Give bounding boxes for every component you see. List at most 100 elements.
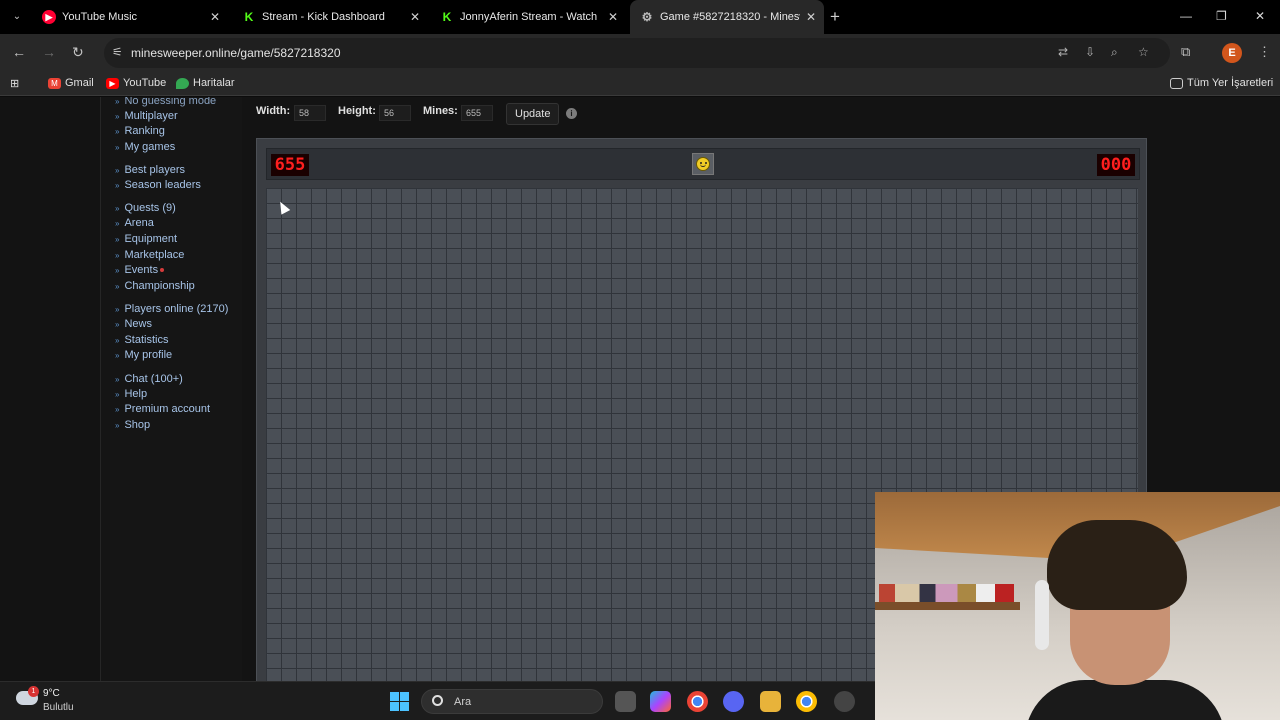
bullet-icon: » — [115, 219, 120, 228]
bookmarks-bar: ⊞ M Gmail ▶ YouTube Haritalar Tüm Yer İş… — [0, 72, 1280, 96]
sidebar-item-events[interactable]: » Events — [115, 264, 165, 276]
tab-strip: ⌄ ▶ YouTube Music ✕ K Stream - Kick Dash… — [0, 0, 1280, 34]
update-button[interactable]: Update — [506, 103, 560, 125]
sidebar-item-help[interactable]: » Help — [115, 388, 147, 400]
back-icon[interactable]: ← — [12, 44, 26, 60]
sidebar-label: Championship — [124, 280, 195, 292]
sidebar-menu: » No guessing mode » Multiplayer » Ranking … — [100, 97, 242, 681]
apps-icon[interactable]: ⊞ — [10, 77, 19, 90]
windows-start-icon[interactable] — [390, 692, 409, 711]
weather-temperature[interactable]: 9°C — [43, 688, 60, 699]
extensions-icon[interactable]: ⧉ — [1181, 44, 1190, 60]
notification-badge: 1 — [28, 686, 39, 697]
bullet-icon: » — [115, 127, 120, 136]
install-icon[interactable]: ⇩ — [1085, 45, 1095, 59]
width-input[interactable]: 58 — [294, 105, 326, 121]
minimize-icon[interactable]: — — [1180, 9, 1192, 23]
reload-icon[interactable]: ↻ — [72, 44, 84, 61]
chrome-profile-icon[interactable] — [796, 691, 817, 712]
sidebar-label: My games — [124, 141, 176, 153]
bookmark-maps[interactable]: Haritalar — [176, 77, 235, 89]
bullet-icon: » — [115, 282, 120, 291]
bullet-icon: » — [115, 390, 120, 399]
sidebar-item-quests[interactable]: » Quests (9) — [115, 202, 176, 214]
sidebar-label: Players online (2170) — [124, 303, 229, 315]
sidebar-item-shop[interactable]: » Shop — [115, 419, 150, 431]
sidebar-item-premium[interactable]: » Premium account — [115, 403, 210, 415]
bookmark-label: Haritalar — [193, 77, 235, 89]
close-tab-icon[interactable]: ✕ — [410, 10, 420, 24]
file-explorer-icon[interactable] — [760, 691, 781, 712]
task-view-icon[interactable] — [615, 691, 636, 712]
streamer — [1025, 520, 1225, 720]
sidebar-label: Events — [124, 264, 159, 276]
bullet-icon: » — [115, 143, 120, 152]
sidebar-item-players-online[interactable]: » Players online (2170) — [115, 303, 228, 315]
weather-description[interactable]: Bulutlu — [43, 702, 74, 713]
bullet-icon: » — [115, 251, 120, 260]
sidebar-item-championship[interactable]: » Championship — [115, 280, 195, 292]
bullet-icon: » — [115, 405, 120, 414]
sidebar-label: Ranking — [124, 125, 165, 137]
mines-input[interactable]: 655 — [461, 105, 493, 121]
sidebar-label: My profile — [124, 349, 173, 361]
menu-kebab-icon[interactable]: ⋮ — [1258, 44, 1271, 60]
bookmark-label: YouTube — [123, 77, 167, 89]
youtube-music-icon: ▶ — [42, 10, 56, 24]
height-input[interactable]: 56 — [379, 105, 411, 121]
sidebar-label: Shop — [124, 419, 151, 431]
tab-search-icon[interactable]: ⌄ — [8, 8, 26, 26]
sidebar-item-equipment[interactable]: » Equipment — [115, 233, 177, 245]
sidebar-label: Marketplace — [124, 249, 185, 261]
site-info-icon[interactable]: ⚟ — [112, 45, 123, 59]
copilot-icon[interactable] — [650, 691, 671, 712]
sidebar-item-no-guessing[interactable]: » No guessing mode — [115, 97, 216, 107]
sidebar-item-my-profile[interactable]: » My profile — [115, 349, 172, 361]
bookmark-youtube[interactable]: ▶ YouTube — [106, 77, 166, 89]
close-tab-icon[interactable]: ✕ — [806, 10, 816, 24]
tab-youtube-music[interactable]: ▶ YouTube Music ✕ — [32, 0, 228, 34]
new-tab-icon[interactable]: + — [830, 7, 840, 27]
new-game-button[interactable] — [692, 153, 714, 175]
windows-taskbar: 1 9°C Bulutlu Ara — [0, 681, 875, 720]
sidebar-item-statistics[interactable]: » Statistics — [115, 334, 168, 346]
sidebar-label: Best players — [124, 164, 185, 176]
tab-kick-stream[interactable]: K JonnyAferin Stream - Watch Liv ✕ — [430, 0, 626, 34]
info-icon[interactable]: i — [566, 108, 577, 119]
sidebar-item-multiplayer[interactable]: » Multiplayer — [115, 110, 178, 122]
sidebar-item-best-players[interactable]: » Best players — [115, 164, 185, 176]
bullet-icon: » — [115, 305, 120, 314]
url-text[interactable]: minesweeper.online/game/5827218320 — [131, 46, 341, 60]
close-tab-icon[interactable]: ✕ — [608, 10, 618, 24]
sidebar-item-chat[interactable]: » Chat (100+) — [115, 373, 183, 385]
sidebar-item-arena[interactable]: » Arena — [115, 217, 154, 229]
sidebar-item-marketplace[interactable]: » Marketplace — [115, 249, 184, 261]
close-window-icon[interactable]: ✕ — [1255, 9, 1265, 23]
address-bar[interactable]: ⚟ minesweeper.online/game/5827218320 ⇄ ⇩… — [104, 38, 1170, 68]
profile-avatar[interactable]: E — [1222, 43, 1242, 63]
bookmark-gmail[interactable]: M Gmail — [48, 77, 94, 89]
chrome-icon[interactable] — [687, 691, 708, 712]
zoom-icon[interactable]: ⌕ — [1111, 45, 1118, 60]
sidebar-label: No guessing mode — [124, 97, 217, 107]
folder-icon — [1170, 77, 1183, 89]
close-tab-icon[interactable]: ✕ — [210, 10, 220, 24]
sidebar-label: Multiplayer — [124, 110, 178, 122]
bullet-icon: » — [115, 204, 120, 213]
restore-icon[interactable]: ❐ — [1216, 9, 1227, 23]
all-bookmarks[interactable]: Tüm Yer İşaretleri — [1170, 77, 1273, 89]
tab-kick-dashboard[interactable]: K Stream - Kick Dashboard ✕ — [232, 0, 428, 34]
translate-icon[interactable]: ⇄ — [1058, 45, 1068, 59]
app-icon[interactable] — [834, 691, 855, 712]
bookmark-star-icon[interactable]: ☆ — [1138, 45, 1149, 59]
sidebar-label: Premium account — [124, 403, 211, 415]
sidebar-item-season-leaders[interactable]: » Season leaders — [115, 179, 201, 191]
forward-icon[interactable]: → — [42, 44, 56, 60]
sidebar-item-ranking[interactable]: » Ranking — [115, 125, 165, 137]
taskbar-search[interactable]: Ara — [421, 689, 603, 714]
sidebar-item-my-games[interactable]: » My games — [115, 141, 175, 153]
tab-minesweeper[interactable]: ⚙ Game #5827218320 - Mineswe ✕ — [630, 0, 824, 34]
tab-title: YouTube Music — [62, 11, 138, 23]
discord-icon[interactable] — [723, 691, 744, 712]
sidebar-item-news[interactable]: » News — [115, 318, 152, 330]
